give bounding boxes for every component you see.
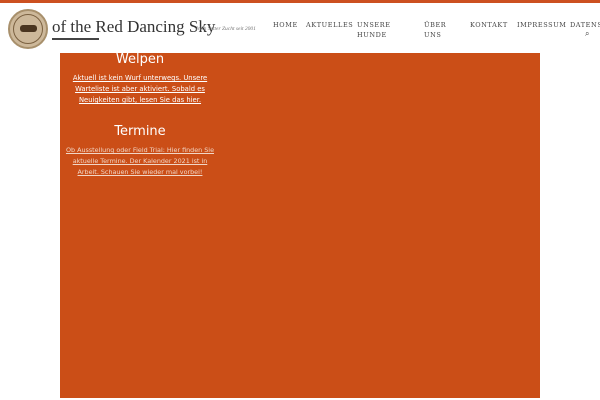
site-header: of the Red Dancing Sky Irish Setter Zuch… xyxy=(0,3,600,53)
logo-icon[interactable] xyxy=(8,9,48,49)
termine-heading: Termine xyxy=(114,124,166,139)
title-underline xyxy=(52,38,99,40)
welpen-heading: Welpen xyxy=(115,52,165,67)
nav-aktuelles[interactable]: AKTUELLES xyxy=(306,20,353,30)
welpen-link[interactable]: Aktuell ist kein Wurf unterwegs. Unsere … xyxy=(64,73,216,106)
nav-ueber-uns[interactable]: ÜBER UNS xyxy=(424,20,448,40)
site-title[interactable]: of the Red Dancing Sky xyxy=(52,17,215,37)
site-tagline: Irish Setter Zucht seit 2001 xyxy=(196,26,256,32)
nav-unsere-hunde[interactable]: UNSERE HUNDE xyxy=(357,20,397,40)
nav-impressum[interactable]: IMPRESSUM xyxy=(517,20,567,30)
search-icon[interactable]: ⌕ xyxy=(585,29,589,39)
termine-link[interactable]: Ob Ausstellung oder Field Trial: Hier fi… xyxy=(64,145,216,178)
nav-home[interactable]: HOME xyxy=(273,20,298,30)
nav-kontakt[interactable]: KONTAKT xyxy=(470,20,508,30)
